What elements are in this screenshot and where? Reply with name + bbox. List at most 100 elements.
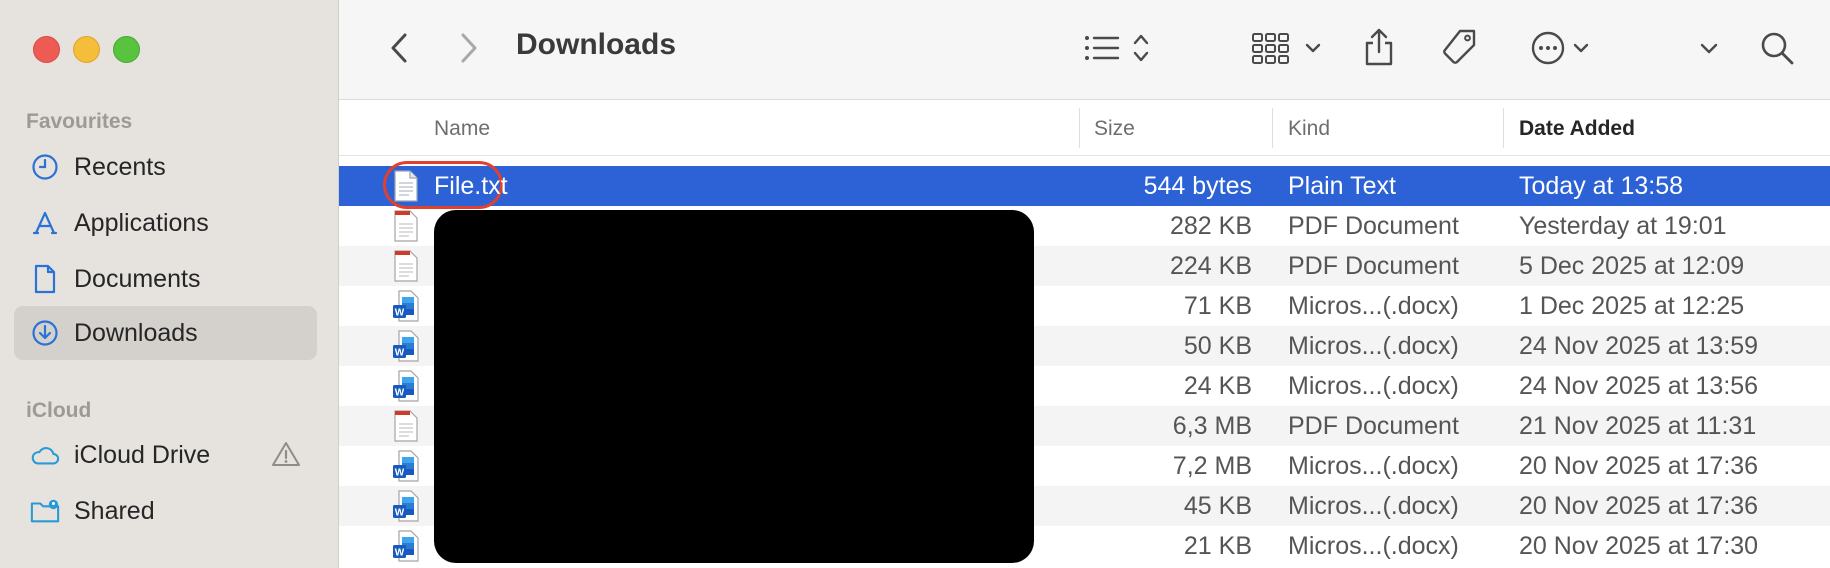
file-name: File.txt — [434, 172, 508, 200]
toolbar: Downloads — [339, 0, 1830, 100]
column-header-name[interactable]: Name — [434, 117, 490, 141]
file-kind: Micros...(.docx) — [1288, 292, 1459, 320]
word-file-icon: W — [393, 330, 419, 362]
svg-text:W: W — [395, 388, 405, 399]
file-date-added: Yesterday at 19:01 — [1519, 212, 1727, 240]
zoom-window-button[interactable] — [113, 36, 140, 63]
file-date-added: 21 Nov 2025 at 11:31 — [1519, 412, 1757, 440]
file-date-added: 24 Nov 2025 at 13:59 — [1519, 332, 1759, 360]
pdf-file-icon — [394, 210, 418, 242]
word-file-icon: W — [393, 530, 419, 562]
file-kind: Micros...(.docx) — [1288, 492, 1459, 520]
minimize-window-button[interactable] — [73, 36, 100, 63]
list-view-icon — [1085, 34, 1149, 62]
download-icon — [30, 318, 60, 348]
file-kind: PDF Document — [1288, 252, 1459, 280]
file-size: 21 KB — [1183, 532, 1252, 560]
back-button[interactable] — [379, 28, 419, 68]
finder-window: Favourites Recents Applications Document… — [0, 0, 1830, 568]
word-file-icon: W — [393, 290, 419, 322]
chevron-left-icon — [391, 33, 407, 63]
svg-text:W: W — [395, 508, 405, 519]
close-window-button[interactable] — [33, 36, 60, 63]
file-size: 544 bytes — [1143, 172, 1252, 200]
column-header-size[interactable]: Size — [1094, 117, 1135, 141]
shared-folder-icon — [30, 496, 60, 526]
file-kind: Micros...(.docx) — [1288, 532, 1459, 560]
file-row[interactable]: File.txt 544 bytes Plain Text Today at 1… — [339, 161, 1830, 209]
column-header-row: Name Size Kind Date Added — [339, 100, 1830, 156]
sidebar-item-shared[interactable]: Shared — [14, 484, 317, 538]
file-kind: Micros...(.docx) — [1288, 452, 1459, 480]
file-date-added: 20 Nov 2025 at 17:36 — [1519, 492, 1759, 520]
search-button[interactable] — [1755, 26, 1799, 70]
file-kind: Plain Text — [1288, 172, 1396, 200]
search-icon — [1761, 32, 1794, 65]
file-date-added: 20 Nov 2025 at 17:30 — [1519, 532, 1759, 560]
column-header-kind[interactable]: Kind — [1288, 117, 1330, 141]
redaction-box — [434, 210, 1034, 563]
warning-icon[interactable] — [271, 440, 301, 473]
icloud-section-title: iCloud — [26, 399, 92, 422]
svg-text:W: W — [395, 468, 405, 479]
svg-text:W: W — [395, 308, 405, 319]
tag-icon — [1443, 29, 1476, 64]
file-size: 224 KB — [1169, 252, 1252, 280]
file-date-added: 5 Dec 2025 at 12:09 — [1519, 252, 1745, 280]
file-date-added: 24 Nov 2025 at 13:56 — [1519, 372, 1759, 400]
sidebar-item-label: Recents — [74, 152, 166, 181]
file-date-added: 1 Dec 2025 at 12:25 — [1519, 292, 1745, 320]
file-size: 6,3 MB — [1172, 412, 1252, 440]
file-date-added: 20 Nov 2025 at 17:36 — [1519, 452, 1759, 480]
file-kind: Micros...(.docx) — [1288, 372, 1459, 400]
file-size: 45 KB — [1183, 492, 1252, 520]
chevron-down-icon — [1700, 43, 1718, 54]
sidebar-item-label: Downloads — [74, 318, 198, 347]
sidebar: Favourites Recents Applications Document… — [0, 0, 339, 568]
sidebar-item-downloads[interactable]: Downloads — [14, 306, 317, 360]
sidebar-item-applications[interactable]: Applications — [14, 196, 317, 250]
chevron-right-icon — [461, 33, 477, 63]
pdf-file-icon — [394, 410, 418, 442]
file-size: 282 KB — [1169, 212, 1252, 240]
sidebar-item-icloud-drive[interactable]: iCloud Drive — [14, 428, 317, 482]
toolbar-overflow-button[interactable] — [1689, 28, 1729, 68]
file-size: 71 KB — [1183, 292, 1252, 320]
document-icon — [30, 264, 60, 294]
sidebar-item-label: Shared — [74, 496, 155, 525]
pdf-file-icon — [394, 250, 418, 282]
window-title: Downloads — [516, 28, 677, 61]
file-kind: PDF Document — [1288, 212, 1459, 240]
grid-icon — [1252, 33, 1321, 64]
tag-button[interactable] — [1437, 26, 1481, 70]
share-button[interactable] — [1359, 24, 1399, 70]
more-actions-button[interactable] — [1525, 28, 1605, 68]
word-file-icon: W — [393, 370, 419, 402]
file-size: 7,2 MB — [1172, 452, 1252, 480]
file-date-added: Today at 13:58 — [1519, 172, 1684, 200]
favourites-section-title: Favourites — [26, 110, 133, 133]
applications-icon — [30, 208, 60, 238]
file-size: 24 KB — [1183, 372, 1252, 400]
sidebar-item-label: iCloud Drive — [74, 440, 211, 469]
group-by-button[interactable] — [1249, 28, 1329, 68]
column-header-date-added[interactable]: Date Added — [1519, 117, 1635, 141]
sidebar-item-label: Applications — [74, 208, 209, 237]
word-file-icon: W — [393, 490, 419, 522]
file-size: 50 KB — [1183, 332, 1252, 360]
sidebar-item-documents[interactable]: Documents — [14, 252, 317, 306]
ellipsis-circle-icon — [1531, 31, 1589, 65]
forward-button[interactable] — [449, 28, 489, 68]
column-divider[interactable] — [1503, 108, 1504, 148]
column-divider[interactable] — [1079, 108, 1080, 148]
clock-icon — [30, 152, 60, 182]
view-options-button[interactable] — [1081, 28, 1161, 68]
share-icon — [1365, 28, 1393, 66]
word-file-icon: W — [393, 450, 419, 482]
cloud-icon — [30, 440, 60, 470]
file-kind: Micros...(.docx) — [1288, 332, 1459, 360]
svg-text:W: W — [395, 348, 405, 359]
sidebar-item-recents[interactable]: Recents — [14, 140, 317, 194]
file-kind: PDF Document — [1288, 412, 1459, 440]
column-divider[interactable] — [1272, 108, 1273, 148]
